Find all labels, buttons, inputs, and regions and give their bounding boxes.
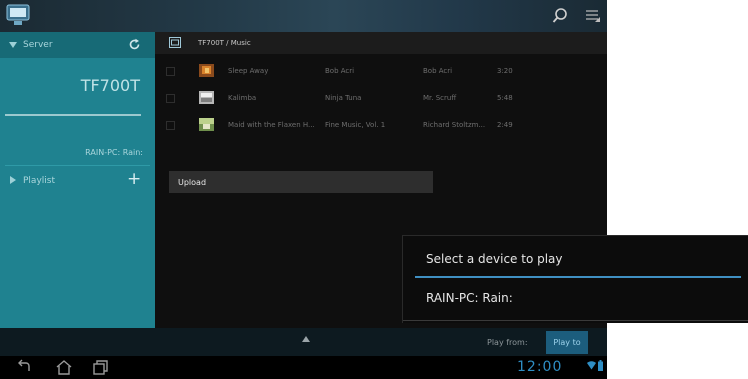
media-server-icon[interactable] — [6, 4, 30, 26]
track-artist: Richard Stoltzm... — [423, 121, 486, 129]
sidebar: Server TF700T RAIN-PC: Rain: Playlist + — [0, 32, 155, 328]
track-duration: 5:48 — [497, 94, 513, 102]
track-row[interactable]: Maid with the Flaxen H... Fine Music, Vo… — [155, 112, 607, 138]
track-title: Sleep Away — [228, 67, 269, 75]
upload-label: Upload — [178, 178, 207, 187]
expand-triangle-icon — [9, 42, 17, 48]
back-icon[interactable] — [14, 359, 34, 375]
folder-icon[interactable] — [169, 37, 181, 48]
bottom-bar: Play from: Play to — [0, 328, 607, 356]
dialog-title: Select a device to play — [426, 252, 563, 266]
track-title: Kalimba — [228, 94, 257, 102]
track-album: Bob Acri — [325, 67, 355, 75]
system-navigation-bar: 12:00 — [0, 356, 607, 379]
breadcrumb: TF700T / Music — [198, 39, 251, 47]
expand-up-icon[interactable] — [302, 336, 310, 342]
battery-icon — [598, 360, 603, 371]
recent-apps-icon[interactable] — [90, 359, 110, 375]
server-section-header[interactable]: Server — [0, 32, 155, 58]
album-art-icon — [199, 64, 214, 77]
play-from-label: Play from: — [487, 338, 528, 347]
album-art-icon — [199, 91, 214, 104]
track-album: Fine Music, Vol. 1 — [325, 121, 386, 129]
home-icon[interactable] — [54, 359, 74, 375]
playlist-label: Playlist — [23, 176, 55, 186]
track-title: Maid with the Flaxen H... — [228, 121, 315, 129]
track-checkbox[interactable] — [166, 94, 175, 103]
track-artist: Bob Acri — [423, 67, 453, 75]
upload-menu-item[interactable]: Upload — [169, 171, 433, 193]
add-playlist-icon[interactable]: + — [127, 170, 141, 188]
sidebar-divider — [5, 165, 150, 166]
dialog-divider — [403, 320, 748, 321]
track-duration: 2:49 — [497, 121, 513, 129]
refresh-icon[interactable] — [128, 38, 141, 51]
track-row[interactable]: Sleep Away Bob Acri Bob Acri 3:20 — [155, 58, 607, 84]
playlist-section-header[interactable]: Playlist + — [0, 169, 155, 191]
wifi-icon — [587, 361, 596, 370]
device-name[interactable]: TF700T — [81, 76, 140, 95]
play-to-button[interactable]: Play to — [546, 331, 588, 354]
select-device-dialog: Select a device to play RAIN-PC: Rain: — [402, 235, 748, 323]
clock: 12:00 — [517, 359, 563, 375]
source-name[interactable]: RAIN-PC: Rain: — [85, 148, 143, 157]
breadcrumb-bar: TF700T / Music — [155, 32, 607, 54]
action-bar — [0, 0, 607, 32]
track-duration: 3:20 — [497, 67, 513, 75]
track-row[interactable]: Kalimba Ninja Tuna Mr. Scruff 5:48 — [155, 85, 607, 111]
track-checkbox[interactable] — [166, 121, 175, 130]
track-checkbox[interactable] — [166, 67, 175, 76]
dialog-title-divider — [415, 276, 741, 278]
device-option[interactable]: RAIN-PC: Rain: — [426, 291, 513, 305]
track-artist: Mr. Scruff — [423, 94, 457, 102]
progress-bar — [5, 114, 141, 116]
album-art-icon — [199, 118, 214, 131]
collapse-triangle-icon — [10, 176, 16, 184]
track-album: Ninja Tuna — [325, 94, 362, 102]
play-to-label: Play to — [553, 338, 581, 347]
server-label: Server — [23, 40, 53, 50]
search-icon[interactable] — [552, 7, 568, 25]
overflow-menu-icon[interactable] — [583, 7, 601, 25]
